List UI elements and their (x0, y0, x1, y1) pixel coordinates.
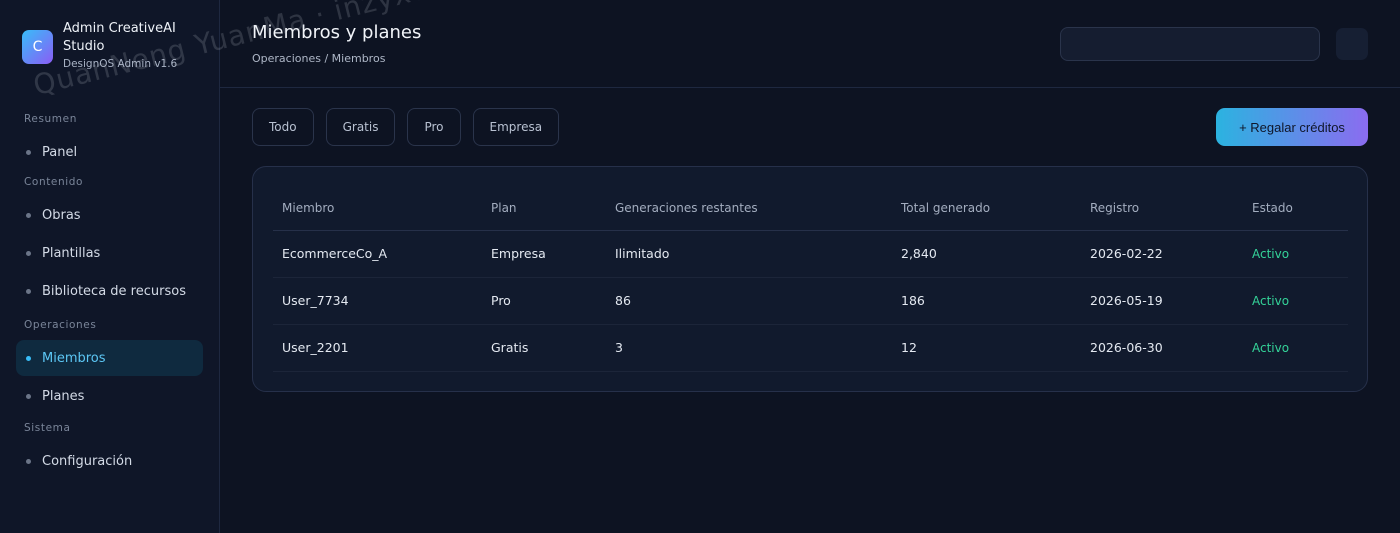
sidebar-item-obras[interactable]: Obras (16, 197, 203, 233)
bullet-icon (26, 288, 31, 294)
bullet-icon (26, 393, 31, 399)
sidebar-item-label: Miembros (42, 350, 106, 366)
sidebar-item-biblioteca[interactable]: Biblioteca de recursos (16, 273, 203, 309)
search-input[interactable] (1060, 27, 1320, 61)
member-name: EcommerceCo_A (273, 230, 482, 278)
sidebar: C Admin CreativeAI Studio DesignOS Admin… (0, 0, 220, 533)
filter-pro[interactable]: Pro (407, 108, 461, 146)
remaining-generations: 3 (606, 324, 892, 372)
sidebar-item-label: Configuración (42, 453, 133, 469)
section-label-contenido: Contenido (24, 176, 84, 188)
brand: C Admin CreativeAI Studio DesignOS Admin… (16, 0, 203, 78)
sidebar-item-configuracion[interactable]: Configuración (16, 443, 203, 479)
bullet-icon (26, 458, 31, 464)
sidebar-item-plantillas[interactable]: Plantillas (16, 235, 203, 271)
column-header[interactable]: Miembro (273, 187, 482, 231)
filter-gratis[interactable]: Gratis (325, 108, 396, 146)
toolbar: Todo Gratis Pro Empresa + Regalar crédit… (220, 88, 1400, 166)
sidebar-item-planes[interactable]: Planes (16, 378, 203, 414)
registration-date: 2026-02-22 (1081, 230, 1243, 278)
sidebar-item-panel[interactable]: Panel (16, 134, 203, 170)
member-plan: Gratis (482, 324, 606, 372)
remaining-generations: 86 (606, 277, 892, 325)
main-content: Miembros y planes Operaciones / Miembros… (220, 0, 1400, 533)
filter-todo[interactable]: Todo (252, 108, 314, 146)
status-badge: Activo (1243, 324, 1348, 372)
bullet-icon (26, 250, 31, 256)
column-header[interactable]: Plan (482, 187, 606, 231)
column-header[interactable]: Total generado (892, 187, 1081, 231)
status-badge: Activo (1243, 230, 1348, 278)
column-header[interactable]: Estado (1243, 187, 1348, 231)
sidebar-item-label: Planes (42, 388, 85, 404)
total-generated: 186 (892, 277, 1081, 325)
section-label-operaciones: Operaciones (24, 319, 97, 331)
column-header[interactable]: Registro (1081, 187, 1243, 231)
table-row[interactable]: User_2201 Gratis 3 12 2026-06-30 Activo (273, 324, 1348, 372)
members-table-card: Miembro Plan Generaciones restantes Tota… (252, 166, 1368, 392)
registration-date: 2026-05-19 (1081, 277, 1243, 325)
sidebar-item-label: Biblioteca de recursos (42, 283, 186, 299)
sidebar-item-label: Panel (42, 144, 78, 160)
brand-logo: C (22, 30, 53, 64)
brand-name: Admin CreativeAI Studio (63, 21, 176, 54)
bullet-icon (26, 355, 31, 361)
member-plan: Empresa (482, 230, 606, 278)
header-action-button[interactable] (1336, 28, 1368, 60)
members-table: Miembro Plan Generaciones restantes Tota… (273, 187, 1348, 372)
member-name: User_7734 (273, 277, 482, 325)
table-row[interactable]: User_7734 Pro 86 186 2026-05-19 Activo (273, 277, 1348, 325)
app-window: C Admin CreativeAI Studio DesignOS Admin… (0, 0, 1400, 533)
total-generated: 12 (892, 324, 1081, 372)
section-label-sistema: Sistema (24, 422, 71, 434)
remaining-generations: Ilimitado (606, 230, 892, 278)
status-badge: Activo (1243, 277, 1348, 325)
filter-empresa[interactable]: Empresa (472, 108, 560, 146)
page-header: Miembros y planes Operaciones / Miembros (220, 0, 1400, 88)
section-label-resumen: Resumen (24, 113, 77, 125)
bullet-icon (26, 149, 31, 155)
column-header[interactable]: Generaciones restantes (606, 187, 892, 231)
total-generated: 2,840 (892, 230, 1081, 278)
member-name: User_2201 (273, 324, 482, 372)
gift-credits-button[interactable]: + Regalar créditos (1216, 108, 1368, 146)
brand-version: DesignOS Admin v1.6 (63, 58, 178, 70)
registration-date: 2026-06-30 (1081, 324, 1243, 372)
sidebar-item-miembros[interactable]: Miembros (16, 340, 203, 376)
table-row[interactable]: EcommerceCo_A Empresa Ilimitado 2,840 20… (273, 230, 1348, 278)
bullet-icon (26, 212, 31, 218)
member-plan: Pro (482, 277, 606, 325)
sidebar-item-label: Obras (42, 207, 81, 223)
table-header-row: Miembro Plan Generaciones restantes Tota… (273, 187, 1348, 231)
sidebar-item-label: Plantillas (42, 245, 101, 261)
